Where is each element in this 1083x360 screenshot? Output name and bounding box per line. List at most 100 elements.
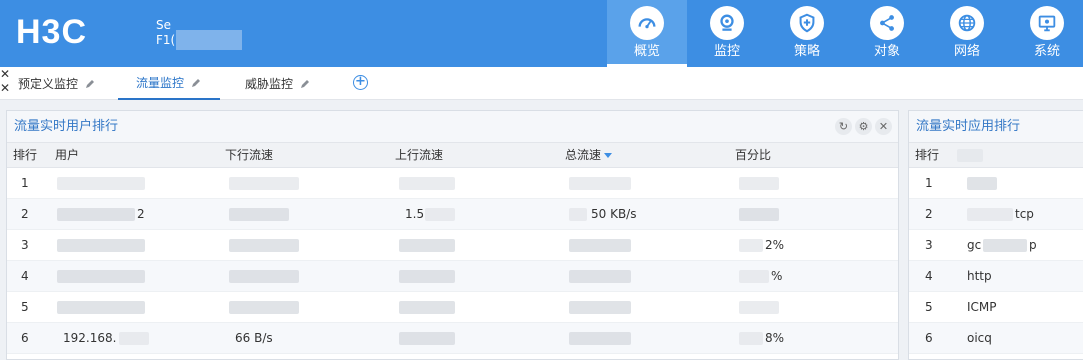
table-row[interactable]: 5 ICMP [909,292,1083,323]
table-header: 排行 用户 下行流速 上行流速 总流速 百分比 [7,143,898,168]
nav-policy-label: 策略 [793,44,820,59]
redacted-cell [229,301,299,314]
redacted-cell [229,208,289,221]
app-cell-suffix: p [1029,238,1037,252]
tab-traffic-monitor-label: 流量监控 [136,76,185,90]
redacted-cell [57,177,145,190]
col-rank[interactable]: 排行 [13,143,37,168]
table-row[interactable]: 4 http [909,261,1083,292]
table-row[interactable]: 2 tcp [909,199,1083,230]
app-cell: http [967,269,992,283]
top-header: H3C Se F1( 概览 监控 策略 对象 网络 系统 [0,0,1083,67]
rank-cell: 2 [925,207,933,221]
percent-cell: % [771,269,783,283]
table-row[interactable]: 1 [7,168,898,199]
table-row[interactable]: 3 2% [7,230,898,261]
redacted-cell [229,177,299,190]
nav-objects-label: 对象 [873,44,900,59]
redacted-cell [739,332,763,345]
device-name-line2: F1( [156,33,176,47]
redacted-cell [569,270,631,283]
percent-cell: 8% [765,331,785,345]
redacted-cell [983,239,1027,252]
app-cell: oicq [967,331,992,345]
app-cell: tcp [1015,207,1034,221]
share-nodes-icon [870,6,904,40]
rank-cell: 1 [21,176,29,190]
rank-cell: 5 [925,300,933,314]
nav-network[interactable]: 网络 [927,0,1007,67]
nav-overview[interactable]: 概览 [607,0,687,67]
add-tab-icon[interactable]: + [353,75,368,90]
table-row[interactable]: 4 % [7,261,898,292]
redacted-cell [399,332,455,345]
redacted-cell [569,177,631,190]
user-ranking-title: 流量实时用户排行 [7,111,898,143]
table-row[interactable]: 5 [7,292,898,323]
refresh-icon[interactable]: ↻ [835,118,852,135]
rank-cell: 1 [925,176,933,190]
edit-icon[interactable] [190,77,202,89]
redacted-cell [739,177,779,190]
table-row[interactable]: 6 oicq [909,323,1083,354]
percent-cell: 2% [765,238,785,252]
tab-traffic-monitor[interactable]: 流量监控 [118,67,221,100]
redacted-cell [569,239,631,252]
monitor-gear-icon [1030,6,1064,40]
redacted-cell [57,208,135,221]
app-cell: ICMP [967,300,997,314]
camera-icon [710,6,744,40]
rank-cell: 3 [925,238,933,252]
redacted-cell [569,332,631,345]
table-header: 排行 [909,143,1083,168]
total-cell: 50 KB/s [591,207,637,221]
rank-cell: 4 [21,269,29,283]
gear-icon[interactable]: ⚙ [855,118,872,135]
col-uplink[interactable]: 上行流速 [395,143,443,168]
table-row[interactable]: 6 192.168. 66 B/s 8% [7,323,898,354]
rank-cell: 5 [21,300,29,314]
edit-icon[interactable] [84,78,96,90]
downlink-cell: 66 B/s [235,331,273,345]
tab-threat-monitor[interactable]: 威胁监控 [245,67,311,100]
table-row[interactable]: 3 gc p [909,230,1083,261]
user-cell: 2 [137,207,145,221]
edit-icon[interactable] [299,78,311,90]
col-user[interactable]: 用户 [55,143,79,168]
nav-system[interactable]: 系统 [1007,0,1083,67]
nav-objects[interactable]: 对象 [847,0,927,67]
app-cell: gc [967,238,982,252]
redacted-cell [57,301,145,314]
nav-system-label: 系统 [1033,44,1060,59]
nav-monitor[interactable]: 监控 [687,0,767,67]
h3c-logo: H3C [16,13,88,51]
col-downlink[interactable]: 下行流速 [225,143,273,168]
redacted-cell [739,239,763,252]
redacted-cell [399,301,455,314]
table-row[interactable]: 2 2 1.5 50 KB/s [7,199,898,230]
redacted-cell [229,239,299,252]
globe-icon [950,6,984,40]
col-total-rate[interactable]: 总流速 [565,143,613,168]
redacted-cell [739,301,779,314]
redacted-cell [425,208,455,221]
redacted-cell [57,270,145,283]
user-cell: 192.168. [63,331,117,345]
redacted-cell [569,301,631,314]
device-name-redaction [176,30,242,50]
redacted-cell [967,208,1013,221]
redacted-cell [57,239,145,252]
uplink-cell: 1.5 [405,207,425,221]
close-icon[interactable]: ✕ [875,118,892,135]
tab-predefined-monitor[interactable]: 预定义监控 [18,67,96,100]
panel-tools: ↻ ⚙ ✕ [835,118,892,135]
col-rank[interactable]: 排行 [915,143,939,168]
rank-cell: 2 [21,207,29,221]
nav-policy[interactable]: 策略 [767,0,847,67]
user-ranking-panel: 流量实时用户排行 ↻ ⚙ ✕ 排行 用户 下行流速 上行流速 总流速 百分比 1… [6,110,899,360]
shield-plus-icon [790,6,824,40]
table-row[interactable]: 1 [909,168,1083,199]
col-percent[interactable]: 百分比 [735,143,771,168]
main-nav: 概览 监控 策略 对象 网络 系统 [607,0,1083,67]
app-ranking-panel: 流量实时应用排行 排行 1 2 tcp 3 gc p 4 http 5 ICMP… [908,110,1083,360]
